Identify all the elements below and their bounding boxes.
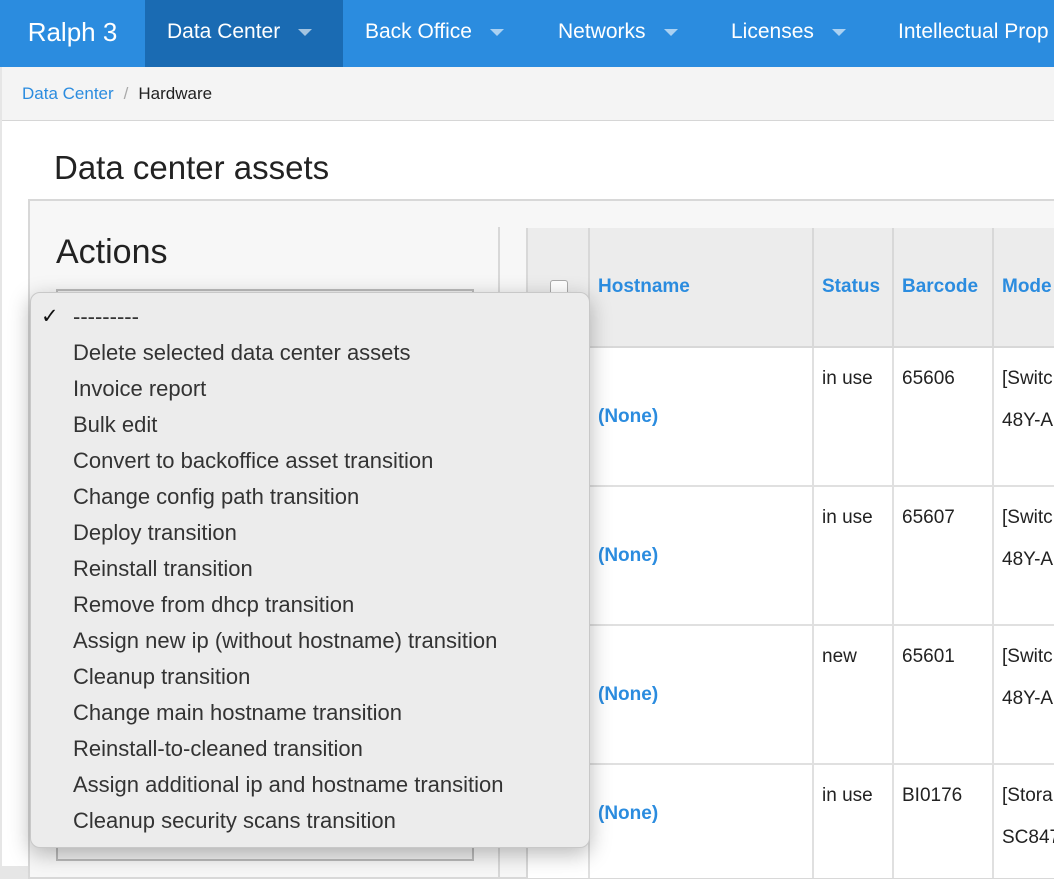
nav-data-center-label: Data Center bbox=[167, 20, 281, 43]
action-option[interactable]: Reinstall-to-cleaned transition bbox=[31, 731, 589, 767]
nav-back-office-label: Back Office bbox=[365, 20, 472, 43]
action-option-label: Assign additional ip and hostname transi… bbox=[73, 772, 504, 797]
model-text: [Stora bbox=[1002, 785, 1053, 806]
status-cell: in use bbox=[814, 487, 894, 626]
action-option-label: Cleanup security scans transition bbox=[73, 808, 396, 833]
action-option-label: Convert to backoffice asset transition bbox=[73, 448, 434, 473]
hostname-link[interactable]: (None) bbox=[590, 765, 814, 878]
barcode-cell: 65601 bbox=[894, 626, 994, 765]
action-option-label: Bulk edit bbox=[73, 412, 158, 437]
action-option[interactable]: Bulk edit bbox=[31, 407, 589, 443]
action-option-label: Reinstall transition bbox=[73, 556, 253, 581]
action-option[interactable]: Remove from dhcp transition bbox=[31, 587, 589, 623]
action-option[interactable]: Change main hostname transition bbox=[31, 695, 589, 731]
breadcrumb-separator: / bbox=[123, 84, 129, 103]
brand-logo[interactable]: Ralph 3 bbox=[0, 0, 145, 67]
nav-networks[interactable]: Networks bbox=[536, 0, 709, 67]
nav-licenses[interactable]: Licenses bbox=[709, 0, 876, 67]
action-option[interactable]: Assign new ip (without hostname) transit… bbox=[31, 623, 589, 659]
status-cell: in use bbox=[814, 348, 894, 487]
checkmark-icon: ✓ bbox=[41, 305, 59, 328]
action-option[interactable]: Change config path transition bbox=[31, 479, 589, 515]
model-text-line2: 48Y-A bbox=[1002, 688, 1054, 709]
action-option-label: Delete selected data center assets bbox=[73, 340, 411, 365]
breadcrumb-current: Hardware bbox=[138, 84, 213, 103]
nav-intellectual-property[interactable]: Intellectual Prop bbox=[876, 0, 1054, 67]
model-text-line2: 48Y-A bbox=[1002, 410, 1054, 431]
model-text-line2: SC847 bbox=[1002, 827, 1054, 848]
top-navbar: Ralph 3 Data Center Back Office Networks… bbox=[0, 0, 1054, 67]
model-cell: [Switc 48Y-A bbox=[994, 348, 1054, 487]
barcode-cell: 65607 bbox=[894, 487, 994, 626]
nav-intellectual-property-label: Intellectual Prop bbox=[898, 20, 1049, 43]
hostname-link[interactable]: (None) bbox=[590, 348, 814, 487]
model-text: [Switc bbox=[1002, 368, 1053, 389]
action-option-label: Cleanup transition bbox=[73, 664, 251, 689]
nav-networks-label: Networks bbox=[558, 20, 646, 43]
assets-table: Hostname Status Barcode Mode (None) in u… bbox=[526, 228, 1054, 878]
status-cell: new bbox=[814, 626, 894, 765]
nav-back-office[interactable]: Back Office bbox=[343, 0, 536, 67]
action-option-label: Reinstall-to-cleaned transition bbox=[73, 736, 363, 761]
action-option-label: Remove from dhcp transition bbox=[73, 592, 355, 617]
model-text: [Switc bbox=[1002, 507, 1053, 528]
model-text-line2: 48Y-A bbox=[1002, 549, 1054, 570]
status-cell: in use bbox=[814, 765, 894, 878]
breadcrumb: Data Center / Hardware bbox=[2, 67, 1054, 121]
column-header-hostname[interactable]: Hostname bbox=[590, 228, 814, 348]
action-option[interactable]: Cleanup security scans transition bbox=[31, 803, 589, 839]
chevron-down-icon bbox=[490, 28, 504, 36]
action-option[interactable]: Cleanup transition bbox=[31, 659, 589, 695]
actions-dropdown-menu: ✓ --------- Delete selected data center a… bbox=[30, 292, 590, 848]
hostname-link[interactable]: (None) bbox=[590, 626, 814, 765]
model-cell: [Switc 48Y-A bbox=[994, 487, 1054, 626]
action-option[interactable]: Convert to backoffice asset transition bbox=[31, 443, 589, 479]
chevron-down-icon bbox=[298, 28, 313, 36]
action-option-label: Assign new ip (without hostname) transit… bbox=[73, 628, 498, 653]
action-option-label: Change config path transition bbox=[73, 484, 360, 509]
action-option-label: --------- bbox=[73, 304, 139, 329]
model-cell: [Switc 48Y-A bbox=[994, 626, 1054, 765]
action-option[interactable]: Delete selected data center assets bbox=[31, 335, 589, 371]
action-option[interactable]: Invoice report bbox=[31, 371, 589, 407]
chevron-down-icon bbox=[663, 28, 678, 36]
model-cell: [Stora SC847 bbox=[994, 765, 1054, 878]
nav-licenses-label: Licenses bbox=[731, 20, 814, 43]
breadcrumb-data-center-link[interactable]: Data Center bbox=[22, 84, 114, 103]
column-header-status[interactable]: Status bbox=[814, 228, 894, 348]
model-text: [Switc bbox=[1002, 646, 1053, 667]
action-option-label: Invoice report bbox=[73, 376, 207, 401]
action-option-label: Change main hostname transition bbox=[73, 700, 402, 725]
column-header-model[interactable]: Mode bbox=[994, 228, 1054, 348]
hostname-link[interactable]: (None) bbox=[590, 487, 814, 626]
action-option[interactable]: Assign additional ip and hostname transi… bbox=[31, 767, 589, 803]
actions-title: Actions bbox=[56, 233, 168, 271]
action-option[interactable]: Deploy transition bbox=[31, 515, 589, 551]
nav-data-center[interactable]: Data Center bbox=[145, 0, 343, 67]
action-option-label: Deploy transition bbox=[73, 520, 237, 545]
action-option[interactable]: ✓ --------- bbox=[31, 299, 589, 335]
action-option[interactable]: Reinstall transition bbox=[31, 551, 589, 587]
barcode-cell: 65606 bbox=[894, 348, 994, 487]
chevron-down-icon bbox=[831, 28, 846, 36]
barcode-cell: BI0176 bbox=[894, 765, 994, 878]
page-title: Data center assets bbox=[54, 149, 330, 186]
column-header-barcode[interactable]: Barcode bbox=[894, 228, 994, 348]
